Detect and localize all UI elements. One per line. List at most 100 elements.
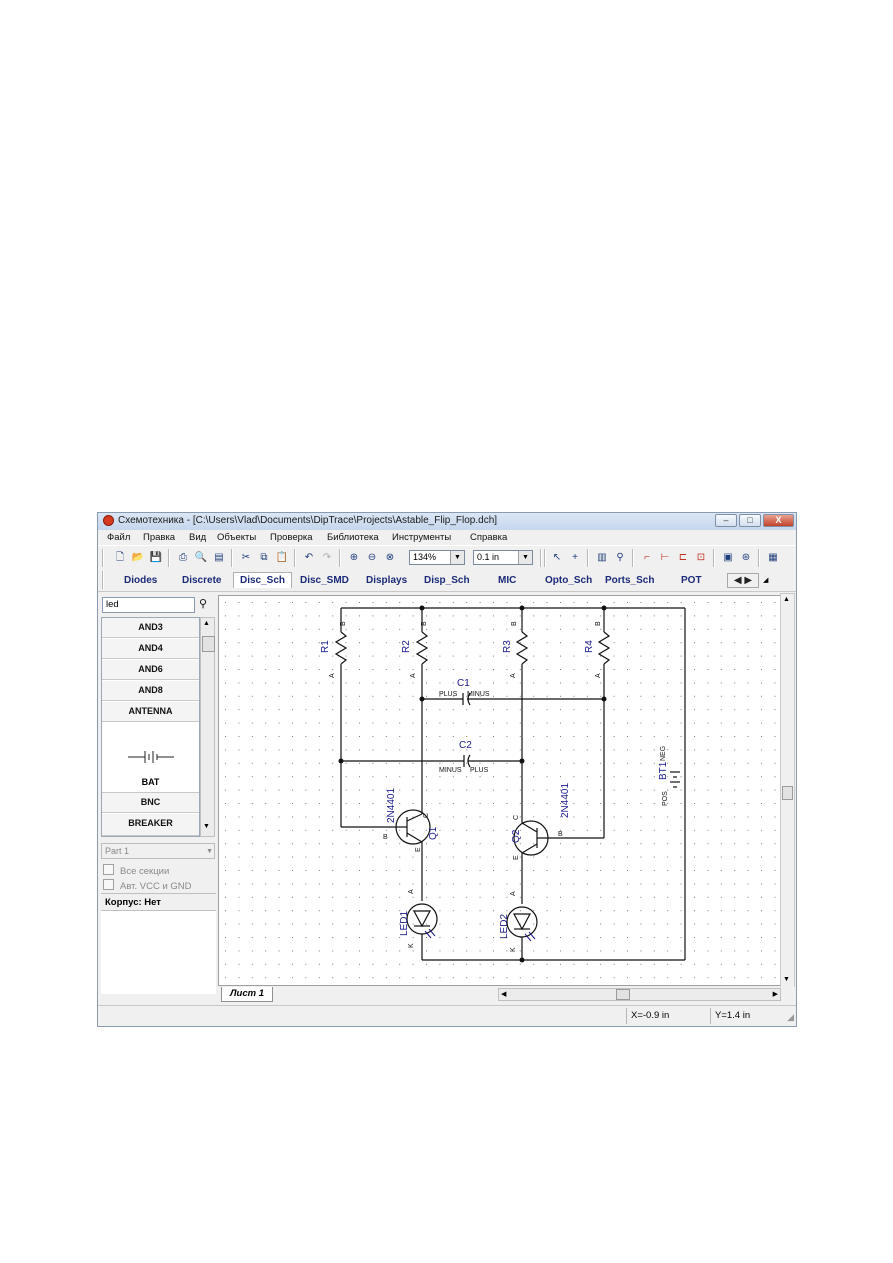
canvas-horizontal-scrollbar[interactable]: ◀ ▶ <box>498 988 781 1001</box>
wire-icon[interactable]: ⌐ <box>640 551 654 565</box>
menu-library[interactable]: Библиотека <box>327 532 379 543</box>
scroll-up-icon[interactable]: ▲ <box>783 596 790 603</box>
ref-r4[interactable]: R4 <box>584 640 595 653</box>
ref-r1[interactable]: R1 <box>320 640 331 653</box>
tab-scroll-buttons[interactable]: ◀ ▶ <box>727 573 759 588</box>
tab-ports-sch[interactable]: Ports_Sch <box>605 575 654 586</box>
menu-help[interactable]: Справка <box>470 532 507 543</box>
zoom-fit-icon[interactable]: ⊗ <box>383 551 397 565</box>
ref-r3[interactable]: R3 <box>502 640 513 653</box>
settings-icon[interactable]: ⊛ <box>739 551 753 565</box>
tab-pot[interactable]: POT <box>681 575 702 586</box>
list-item[interactable]: AND8 <box>102 681 199 701</box>
auto-vcc-gnd-checkbox[interactable]: Авт. VCC и GND <box>103 879 192 892</box>
binoculars-search-icon[interactable]: ⚲ <box>199 597 207 610</box>
print-preview-icon[interactable]: 🔍 <box>194 551 208 565</box>
list-item[interactable]: BREAKER <box>102 814 199 836</box>
open-folder-icon[interactable]: 📂 <box>131 551 145 565</box>
selected-component-preview[interactable]: BAT <box>102 723 199 793</box>
undo-icon[interactable]: ↶ <box>302 551 316 565</box>
all-sections-checkbox[interactable]: Все секции <box>103 864 169 877</box>
main-toolbar: 🗋 📂 💾 ⎙ 🔍 ▤ ✂ ⧉ 📋 ↶ ↷ ⊕ ⊖ ⊗ 134% ▼ 0.1 i… <box>98 545 796 571</box>
list-item[interactable]: AND6 <box>102 660 199 680</box>
zoom-select[interactable]: 134% ▼ <box>409 550 465 565</box>
component-icon[interactable]: ▥ <box>595 551 609 565</box>
ref-r2[interactable]: R2 <box>401 640 412 653</box>
pin-label: B <box>340 621 347 626</box>
pointer-icon[interactable]: ↖ <box>550 551 564 565</box>
schematic-canvas[interactable]: R1 R2 R3 R4 C1 C2 Q1 Q2 2N4401 2N4401 LE… <box>218 595 782 986</box>
tab-disc-smd[interactable]: Disc_SMD <box>300 575 349 586</box>
pin-label: A <box>510 891 517 896</box>
tab-displays[interactable]: Displays <box>366 575 407 586</box>
resize-grip-icon[interactable]: ◢ <box>787 1012 794 1023</box>
scroll-thumb[interactable] <box>616 989 630 1000</box>
tab-discrete[interactable]: Discrete <box>182 575 221 586</box>
menu-file[interactable]: Файл <box>107 532 130 543</box>
bus-icon[interactable]: ⊢ <box>658 551 672 565</box>
tab-mic[interactable]: MIC <box>498 575 516 586</box>
pin-label: C <box>513 815 520 820</box>
table-icon[interactable]: ▦ <box>766 551 780 565</box>
paste-icon[interactable]: 📋 <box>275 551 289 565</box>
tab-diodes[interactable]: Diodes <box>124 575 157 586</box>
ref-led2[interactable]: LED2 <box>499 914 510 939</box>
tab-disp-sch[interactable]: Disp_Sch <box>424 575 470 586</box>
menu-verification[interactable]: Проверка <box>270 532 313 543</box>
part-select[interactable]: Part 1 ▼ <box>101 843 215 859</box>
ref-led1[interactable]: LED1 <box>399 911 410 936</box>
copy-icon[interactable]: ⧉ <box>257 551 271 565</box>
package-label: Корпус: Нет <box>101 893 216 911</box>
menu-objects[interactable]: Объекты <box>217 532 256 543</box>
pin-label-c2-minus: MINUS <box>439 767 462 774</box>
crosshair-icon[interactable]: + <box>568 551 582 565</box>
canvas-vertical-scrollbar[interactable]: ▲ ▼ <box>780 593 795 988</box>
document-icon[interactable]: ▤ <box>212 551 226 565</box>
menu-view[interactable]: Вид <box>189 532 206 543</box>
zoom-out-icon[interactable]: ⊖ <box>365 551 379 565</box>
ref-bt1[interactable]: BT1 <box>658 761 669 780</box>
sheet-tab[interactable]: Лист 1 <box>221 987 273 1002</box>
zoom-in-icon[interactable]: ⊕ <box>347 551 361 565</box>
new-file-icon[interactable]: 🗋 <box>113 551 127 565</box>
list-item[interactable]: ANTENNA <box>102 702 199 722</box>
ref-q1[interactable]: Q1 <box>428 826 439 840</box>
scroll-down-icon[interactable]: ▼ <box>783 976 790 983</box>
scroll-left-icon[interactable]: ◀ <box>501 990 506 998</box>
net-label-icon[interactable]: ⊡ <box>694 551 708 565</box>
pin-label: K <box>510 947 517 952</box>
tab-opto-sch[interactable]: Opto_Sch <box>545 575 592 586</box>
text-icon[interactable]: ▣ <box>721 551 735 565</box>
menu-tools[interactable]: Инструменты <box>392 532 451 543</box>
pin-label: E <box>513 855 520 860</box>
print-icon[interactable]: ⎙ <box>176 551 190 565</box>
ref-c1[interactable]: C1 <box>457 678 470 689</box>
menu-edit[interactable]: Правка <box>143 532 175 543</box>
list-item[interactable]: BNC <box>102 793 199 813</box>
app-window: Схемотехника - [C:\Users\Vlad\Documents\… <box>97 512 797 1027</box>
list-item[interactable]: AND3 <box>102 618 199 638</box>
search-input[interactable]: led <box>102 597 195 613</box>
scroll-down-icon[interactable]: ▼ <box>203 823 210 830</box>
minimize-button[interactable]: – <box>715 514 737 527</box>
component-list-scrollbar[interactable]: ▲ ▼ <box>200 617 215 837</box>
scroll-thumb[interactable] <box>782 786 793 800</box>
find-binoculars-icon[interactable]: ⚲ <box>613 551 627 565</box>
list-item[interactable]: AND4 <box>102 639 199 659</box>
scroll-right-icon[interactable]: ▶ <box>773 990 778 998</box>
tab-menu-icon[interactable]: ◢ <box>763 576 768 584</box>
scroll-thumb[interactable] <box>202 636 215 652</box>
save-icon[interactable]: 💾 <box>149 551 163 565</box>
ref-c2[interactable]: C2 <box>459 740 472 751</box>
maximize-button[interactable]: □ <box>739 514 761 527</box>
battery-symbol-icon <box>128 751 174 763</box>
pin-label-c1-minus: MINUS <box>467 691 490 698</box>
scroll-up-icon[interactable]: ▲ <box>203 620 210 627</box>
grid-select[interactable]: 0.1 in ▼ <box>473 550 533 565</box>
redo-icon[interactable]: ↷ <box>320 551 334 565</box>
close-button[interactable]: X <box>763 514 794 527</box>
tab-disc-sch[interactable]: Disc_Sch <box>233 572 293 588</box>
ref-q2[interactable]: Q2 <box>511 829 522 843</box>
cut-icon[interactable]: ✂ <box>239 551 253 565</box>
net-port-icon[interactable]: ⊏ <box>676 551 690 565</box>
